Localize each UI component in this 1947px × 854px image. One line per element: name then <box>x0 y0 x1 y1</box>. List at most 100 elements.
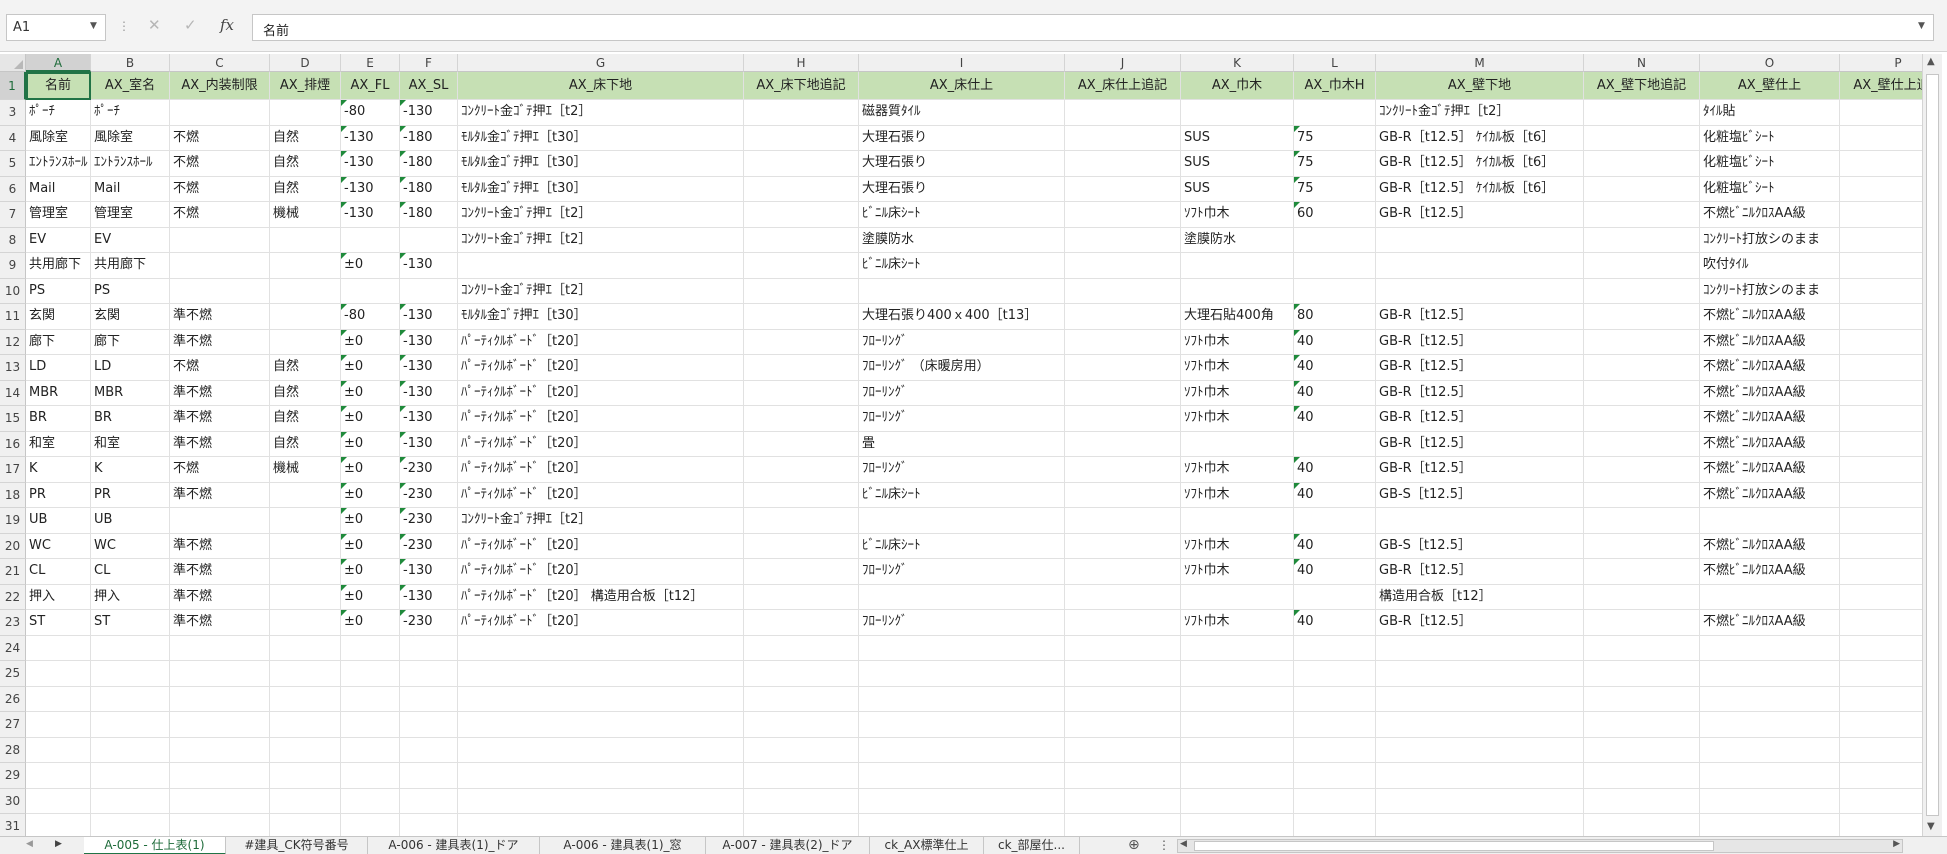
column-header-l[interactable]: L <box>1294 54 1376 72</box>
scroll-right-icon[interactable]: ▶ <box>1893 839 1900 849</box>
cell-b16[interactable]: 和室 <box>91 431 170 457</box>
cell-j6[interactable] <box>1065 176 1181 202</box>
cell-k15[interactable]: ｿﾌﾄ巾木 <box>1181 406 1294 432</box>
cell-c20[interactable]: 準不燃 <box>170 533 270 559</box>
cell-j4[interactable] <box>1065 125 1181 151</box>
cell-l19[interactable] <box>1294 508 1376 534</box>
cell-c22[interactable]: 準不燃 <box>170 584 270 610</box>
cell-n19[interactable] <box>1584 508 1700 534</box>
cell-j20[interactable] <box>1065 533 1181 559</box>
cell-e3[interactable]: -80 <box>341 100 400 126</box>
cell-m27[interactable] <box>1376 712 1584 738</box>
cell-l11[interactable]: 80 <box>1294 304 1376 330</box>
cell-o15[interactable]: 不燃ﾋﾞﾆﾙｸﾛｽAA級 <box>1700 406 1840 432</box>
cell-m25[interactable] <box>1376 661 1584 687</box>
cell-c13[interactable]: 不燃 <box>170 355 270 381</box>
cell-l27[interactable] <box>1294 712 1376 738</box>
cell-k27[interactable] <box>1181 712 1294 738</box>
cell-n11[interactable] <box>1584 304 1700 330</box>
cell-c24[interactable] <box>170 635 270 661</box>
cell-l8[interactable] <box>1294 227 1376 253</box>
cell-f16[interactable]: -130 <box>400 431 458 457</box>
cell-j17[interactable] <box>1065 457 1181 483</box>
cell-f13[interactable]: -130 <box>400 355 458 381</box>
cell-e5[interactable]: -130 <box>341 151 400 177</box>
cell-f14[interactable]: -130 <box>400 380 458 406</box>
insert-function-icon[interactable]: fx <box>220 16 234 34</box>
cell-b6[interactable]: Mail <box>91 176 170 202</box>
cell-a9[interactable]: 共用廊下 <box>26 253 91 279</box>
cell-f30[interactable] <box>400 788 458 814</box>
cell-l6[interactable]: 75 <box>1294 176 1376 202</box>
cell-o4[interactable]: 化粧塩ﾋﾞｼｰﾄ <box>1700 125 1840 151</box>
cell-a28[interactable] <box>26 737 91 763</box>
cell-m24[interactable] <box>1376 635 1584 661</box>
cell-o12[interactable]: 不燃ﾋﾞﾆﾙｸﾛｽAA級 <box>1700 329 1840 355</box>
cell-m15[interactable]: GB-R［t12.5］ <box>1376 406 1584 432</box>
cell-i18[interactable]: ﾋﾞﾆﾙ床ｼｰﾄ <box>859 482 1065 508</box>
cell-p14[interactable] <box>1840 381 1922 406</box>
cell-n25[interactable] <box>1584 661 1700 687</box>
cell-d14[interactable]: 自然 <box>270 380 341 406</box>
cell-h7[interactable] <box>744 202 859 228</box>
vertical-scrollbar[interactable]: ▲ ▼ <box>1922 54 1942 836</box>
cell-o14[interactable]: 不燃ﾋﾞﾆﾙｸﾛｽAA級 <box>1700 380 1840 406</box>
cell-h10[interactable] <box>744 278 859 304</box>
cell-i14[interactable]: ﾌﾛｰﾘﾝｸﾞ <box>859 380 1065 406</box>
cell-g3[interactable]: ｺﾝｸﾘｰﾄ金ｺﾞﾃ押ｴ［t2］ <box>458 100 744 126</box>
cell-f26[interactable] <box>400 686 458 712</box>
cell-m22[interactable]: 構造用合板［t12］ <box>1376 584 1584 610</box>
cell-l4[interactable]: 75 <box>1294 125 1376 151</box>
horizontal-scroll-thumb[interactable] <box>1194 841 1714 851</box>
cell-a27[interactable] <box>26 712 91 738</box>
cell-g9[interactable] <box>458 253 744 279</box>
cell-b22[interactable]: 押入 <box>91 584 170 610</box>
cell-m16[interactable]: GB-R［t12.5］ <box>1376 431 1584 457</box>
cell-d4[interactable]: 自然 <box>270 125 341 151</box>
cell-g16[interactable]: ﾊﾟｰﾃｨｸﾙﾎﾞｰﾄﾞ［t20］ <box>458 431 744 457</box>
cell-d9[interactable] <box>270 253 341 279</box>
cell-o24[interactable] <box>1700 635 1840 661</box>
cell-l31[interactable] <box>1294 814 1376 836</box>
cell-b13[interactable]: LD <box>91 355 170 381</box>
cell-j8[interactable] <box>1065 227 1181 253</box>
cell-p8[interactable] <box>1840 228 1922 253</box>
cell-j23[interactable] <box>1065 610 1181 636</box>
cell-p15[interactable] <box>1840 406 1922 432</box>
cell-d31[interactable] <box>270 814 341 836</box>
cell-n15[interactable] <box>1584 406 1700 432</box>
cell-g1[interactable]: AX_床下地 <box>458 72 744 100</box>
cell-m28[interactable] <box>1376 737 1584 763</box>
column-header-a[interactable]: A <box>26 54 91 72</box>
cell-l1[interactable]: AX_巾木H <box>1294 72 1376 100</box>
cell-e6[interactable]: -130 <box>341 176 400 202</box>
cell-c1[interactable]: AX_内装制限 <box>170 72 270 100</box>
cell-c16[interactable]: 準不燃 <box>170 431 270 457</box>
cell-p9[interactable] <box>1840 253 1922 279</box>
row-header-10[interactable]: 10 <box>0 278 26 304</box>
row-header-14[interactable]: 14 <box>0 380 26 406</box>
cell-l26[interactable] <box>1294 686 1376 712</box>
cell-h21[interactable] <box>744 559 859 585</box>
cell-c11[interactable]: 準不燃 <box>170 304 270 330</box>
cell-b28[interactable] <box>91 737 170 763</box>
cell-n23[interactable] <box>1584 610 1700 636</box>
cell-a1[interactable]: 名前 <box>26 72 91 100</box>
cell-l22[interactable] <box>1294 584 1376 610</box>
cell-d12[interactable] <box>270 329 341 355</box>
column-header-b[interactable]: B <box>91 54 170 72</box>
cell-e26[interactable] <box>341 686 400 712</box>
previous-sheet-icon[interactable]: ◀ <box>26 839 33 849</box>
cell-o28[interactable] <box>1700 737 1840 763</box>
cell-k25[interactable] <box>1181 661 1294 687</box>
cell-f10[interactable] <box>400 278 458 304</box>
cell-c18[interactable]: 準不燃 <box>170 482 270 508</box>
cell-e4[interactable]: -130 <box>341 125 400 151</box>
cell-k26[interactable] <box>1181 686 1294 712</box>
cell-a11[interactable]: 玄関 <box>26 304 91 330</box>
cell-a24[interactable] <box>26 635 91 661</box>
cell-b7[interactable]: 管理室 <box>91 202 170 228</box>
cell-j29[interactable] <box>1065 763 1181 789</box>
cell-l30[interactable] <box>1294 788 1376 814</box>
cell-c6[interactable]: 不燃 <box>170 176 270 202</box>
